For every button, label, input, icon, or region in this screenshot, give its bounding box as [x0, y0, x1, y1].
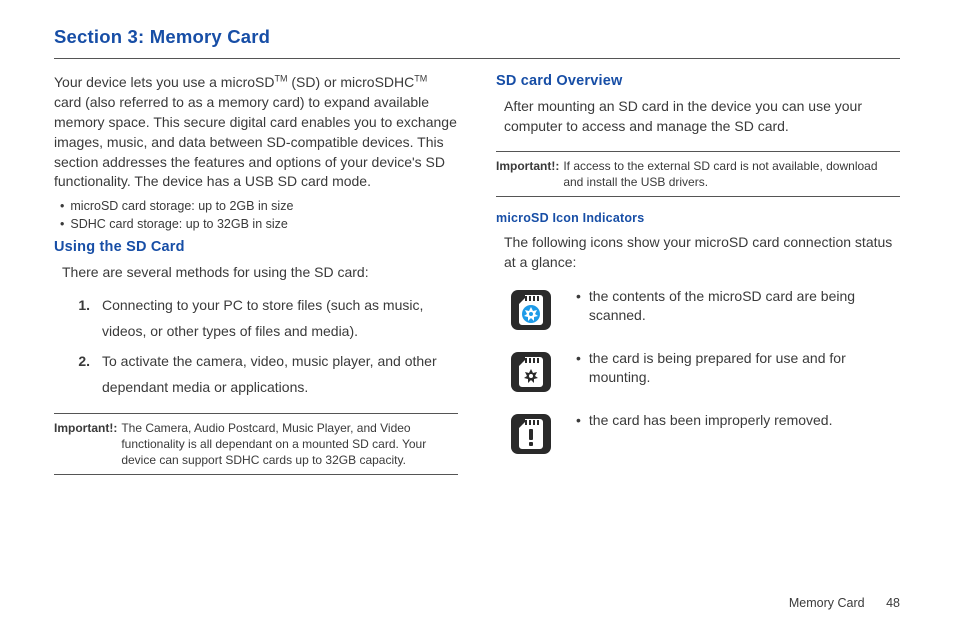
left-column: Your device lets you use a microSDTM (SD…: [54, 73, 458, 475]
intro-text-3: card (also referred to as a memory card)…: [54, 94, 457, 190]
icon-text: the card is being prepared for use and f…: [589, 349, 900, 387]
method-list: 1. Connecting to your PC to store files …: [60, 293, 458, 401]
important-label: Important!:: [54, 420, 117, 469]
sd-removed-icon: [508, 411, 554, 457]
bullet-icon: •: [576, 288, 581, 304]
footer: Memory Card 48: [789, 596, 900, 610]
overview-text: After mounting an SD card in the device …: [504, 97, 900, 137]
icon-text: the contents of the microSD card are bei…: [589, 287, 900, 325]
footer-label: Memory Card: [789, 596, 865, 610]
icon-text: the card has been improperly removed.: [589, 411, 900, 430]
important-label: Important!:: [496, 158, 559, 190]
two-column-layout: Your device lets you use a microSDTM (SD…: [54, 73, 900, 475]
method-item-2: 2. To activate the camera, video, music …: [60, 349, 458, 401]
using-sd-heading: Using the SD Card: [54, 239, 458, 255]
important-note-right: Important!: If access to the external SD…: [496, 151, 900, 197]
tm-1: TM: [274, 73, 287, 83]
intro-paragraph: Your device lets you use a microSDTM (SD…: [54, 73, 458, 192]
icon-indicator-list: • the contents of the microSD card are b…: [496, 287, 900, 457]
bullet-item: SDHC card storage: up to 32GB in size: [60, 217, 458, 231]
method-number: 2.: [60, 349, 90, 401]
method-text: To activate the camera, video, music pla…: [102, 349, 458, 401]
section-title: Section 3: Memory Card: [54, 26, 900, 59]
right-column: SD card Overview After mounting an SD ca…: [496, 73, 900, 475]
method-number: 1.: [60, 293, 90, 345]
method-item-1: 1. Connecting to your PC to store files …: [60, 293, 458, 345]
important-text: The Camera, Audio Postcard, Music Player…: [121, 420, 458, 469]
overview-heading: SD card Overview: [496, 73, 900, 89]
using-intro: There are several methods for using the …: [62, 263, 458, 283]
intro-text-1: Your device lets you use a microSD: [54, 74, 274, 90]
indicators-intro: The following icons show your microSD ca…: [504, 233, 900, 273]
important-note-left: Important!: The Camera, Audio Postcard, …: [54, 413, 458, 476]
sd-scan-icon: [508, 287, 554, 333]
bullet-item: microSD card storage: up to 2GB in size: [60, 199, 458, 213]
indicators-heading: microSD Icon Indicators: [496, 211, 900, 225]
important-text: If access to the external SD card is not…: [563, 158, 900, 190]
tm-2: TM: [414, 73, 427, 83]
bullet-icon: •: [576, 412, 581, 428]
icon-row-prepare: • the card is being prepared for use and…: [508, 349, 900, 395]
icon-row-scan: • the contents of the microSD card are b…: [508, 287, 900, 333]
page-number: 48: [886, 596, 900, 610]
bullet-icon: •: [576, 350, 581, 366]
icon-row-removed: • the card has been improperly removed.: [508, 411, 900, 457]
intro-text-2: (SD) or microSDHC: [287, 74, 414, 90]
method-text: Connecting to your PC to store files (su…: [102, 293, 458, 345]
storage-bullets: microSD card storage: up to 2GB in size …: [54, 199, 458, 231]
sd-prepare-icon: [508, 349, 554, 395]
